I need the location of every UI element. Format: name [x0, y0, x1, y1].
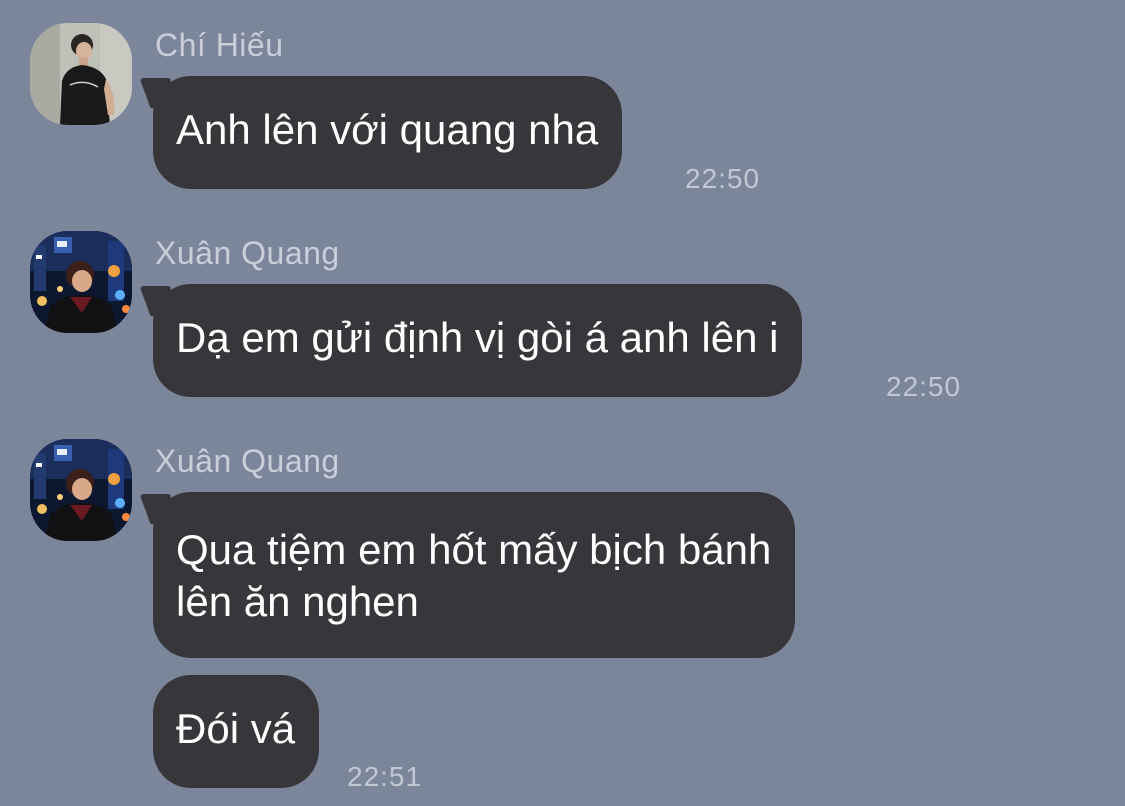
- message-bubble[interactable]: Qua tiệm em hốt mấy bịch bánh lên ăn ngh…: [153, 492, 796, 658]
- message-text: Đói vá: [176, 705, 296, 752]
- avatar-xuan-quang[interactable]: [30, 231, 132, 333]
- avatar-chi-hieu[interactable]: [30, 23, 132, 125]
- message-bubble[interactable]: Dạ em gửi định vị gòi á anh lên i: [153, 284, 803, 397]
- message-bubble[interactable]: Anh lên với quang nha: [153, 76, 623, 189]
- message-text-line: lên ăn nghen: [176, 578, 419, 625]
- sender-name: Xuân Quang: [155, 235, 340, 271]
- message-time: 22:50: [685, 163, 761, 194]
- message-text: Dạ em gửi định vị gòi á anh lên i: [176, 314, 779, 361]
- message-time: 22:51: [347, 761, 423, 792]
- sender-name: Xuân Quang: [155, 443, 340, 479]
- message-text-line: Qua tiệm em hốt mấy bịch bánh: [176, 526, 772, 573]
- chat-thread[interactable]: Chí Hiếu Anh lên với quang nha 22:50 Xuâ…: [0, 0, 1125, 806]
- message-time: 22:50: [886, 371, 962, 402]
- message-bubble[interactable]: Đói vá: [153, 675, 320, 788]
- sender-name: Chí Hiếu: [155, 27, 284, 63]
- message-text: Anh lên với quang nha: [176, 106, 599, 153]
- avatar-xuan-quang[interactable]: [30, 439, 132, 541]
